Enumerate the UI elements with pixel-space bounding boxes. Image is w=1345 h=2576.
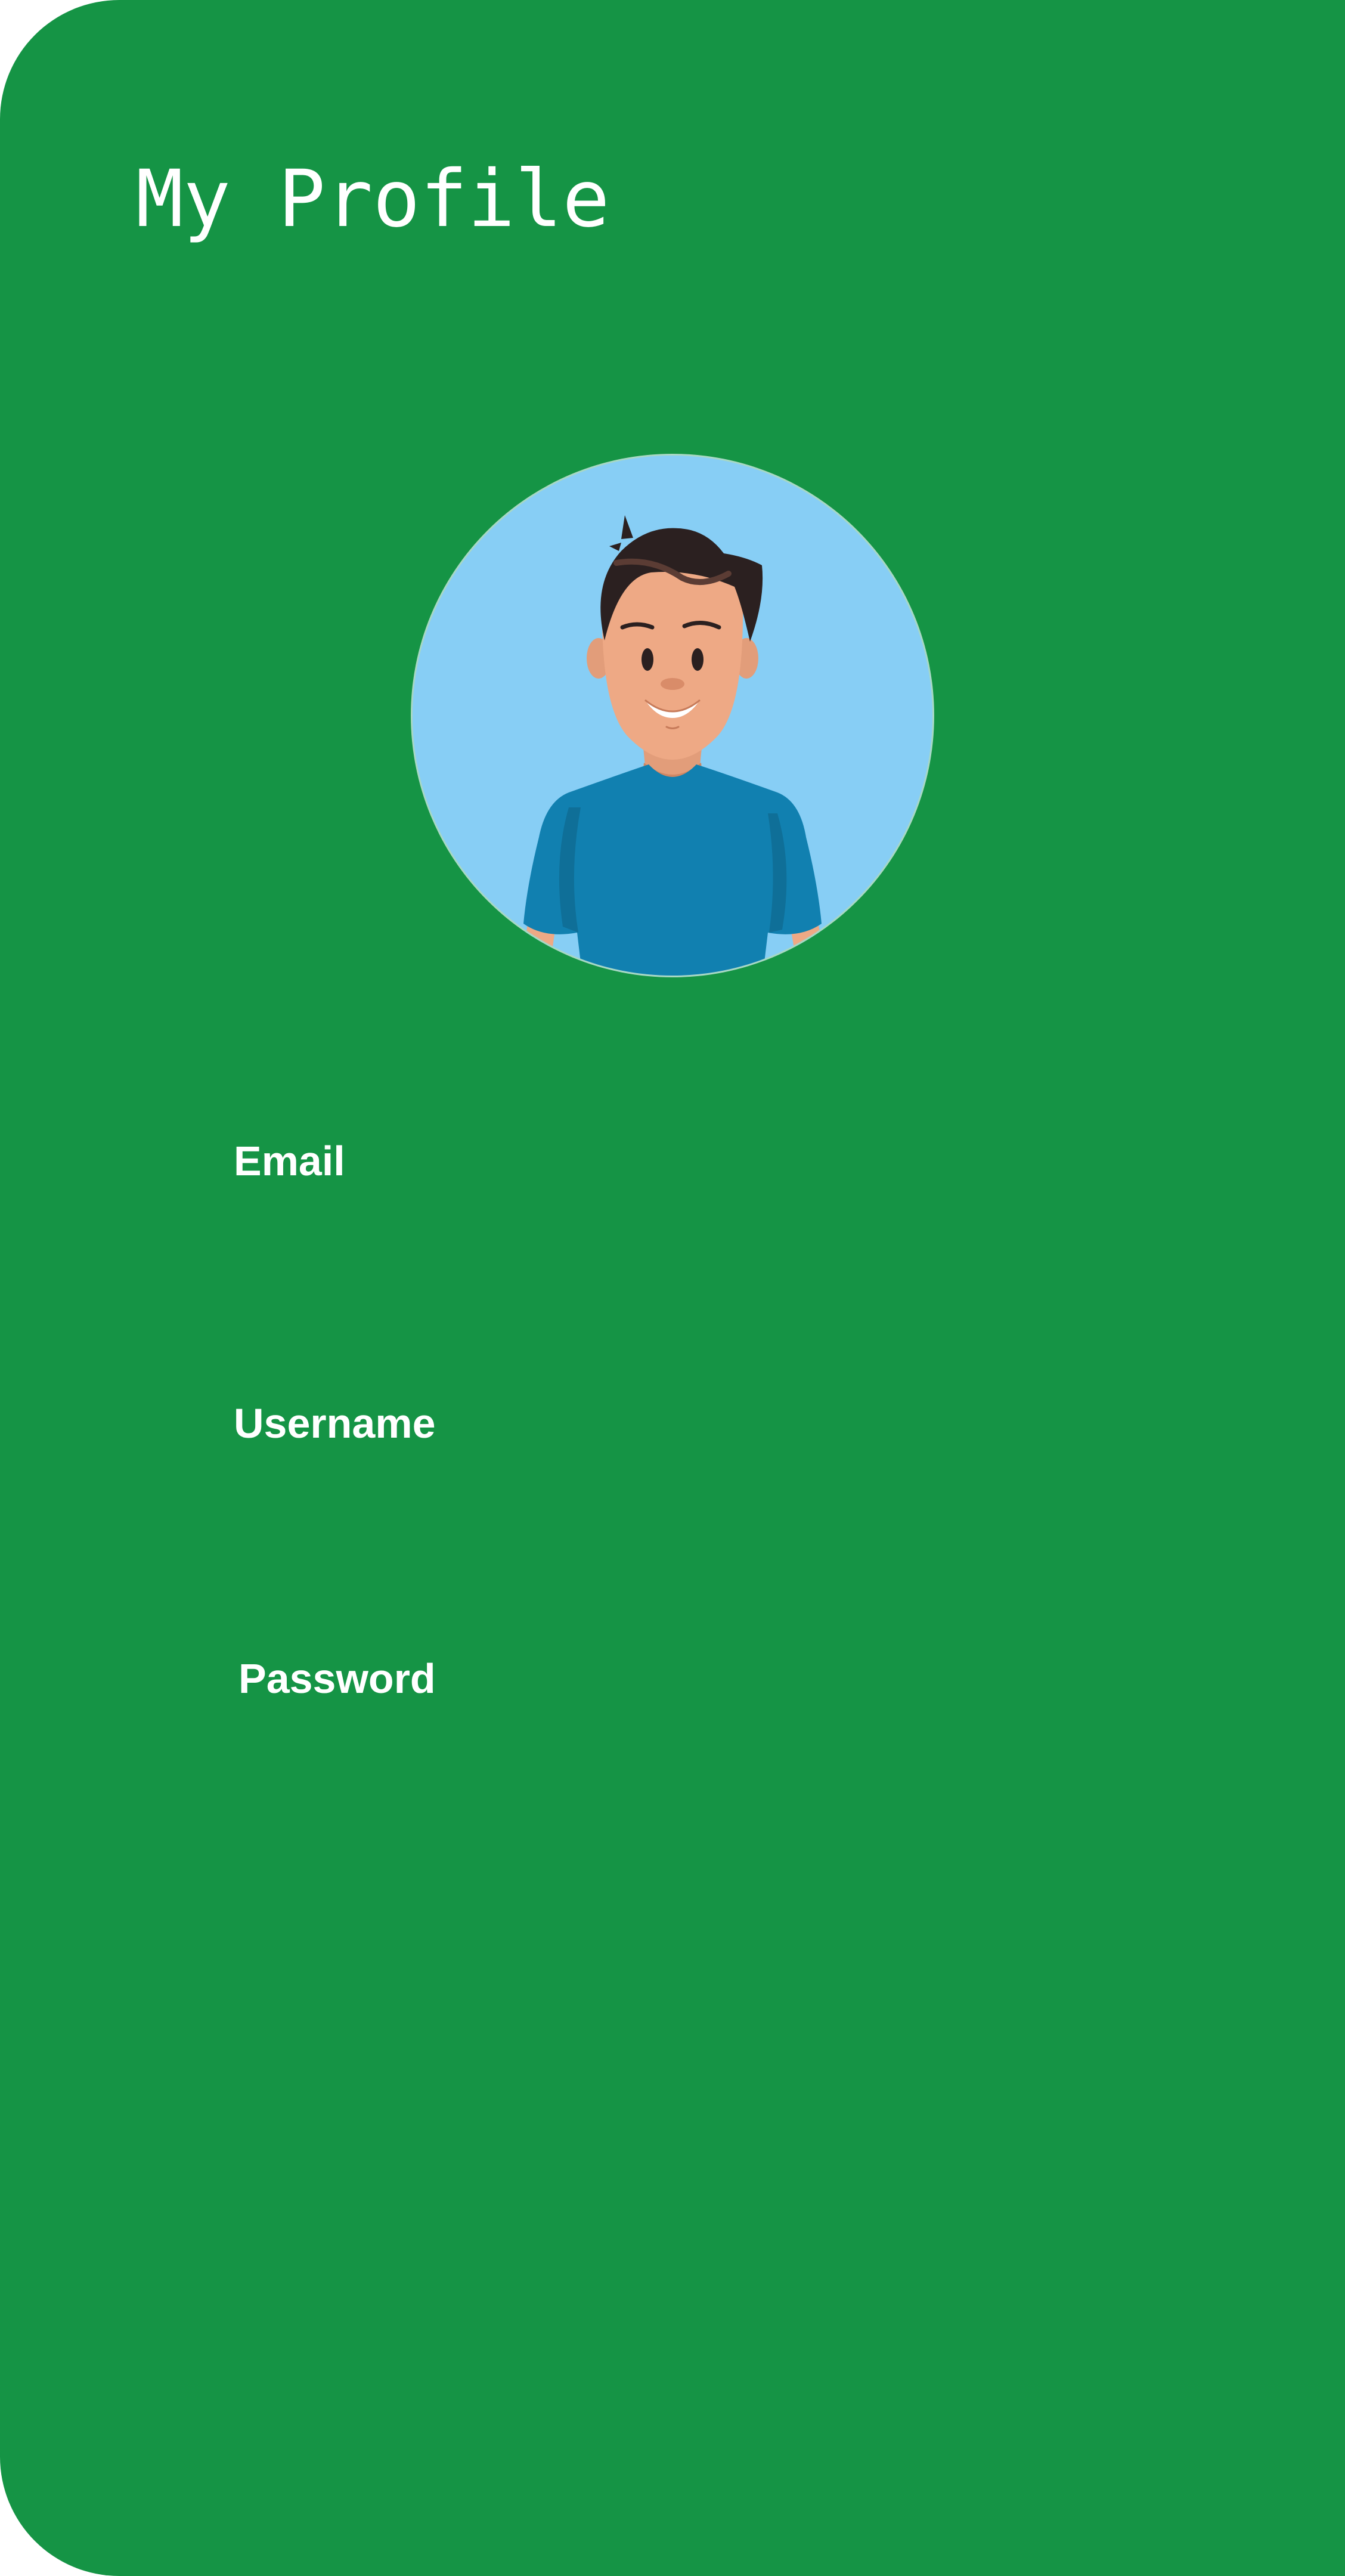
email-label: Email xyxy=(234,1138,345,1184)
password-label: Password xyxy=(238,1655,436,1702)
avatar-illustration-icon xyxy=(413,456,932,976)
profile-screen: My Profile Email Username Password xyxy=(0,0,1345,2576)
profile-avatar[interactable] xyxy=(413,456,932,976)
page-title: My Profile xyxy=(136,153,610,245)
username-label: Username xyxy=(234,1400,436,1447)
